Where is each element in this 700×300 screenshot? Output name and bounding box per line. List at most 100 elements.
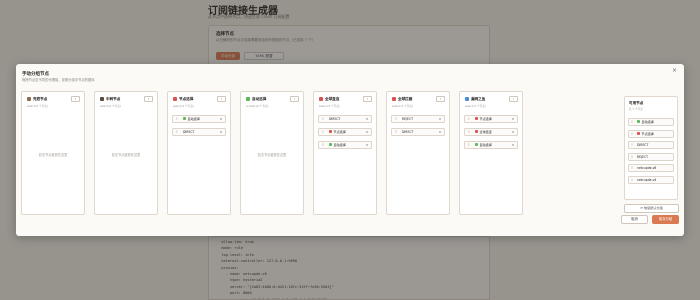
node-name: DIRECT [183, 130, 195, 134]
drag-handle-icon[interactable]: ⠿ [176, 129, 178, 135]
group-name: 中转节点 [100, 97, 120, 102]
drag-handle-icon[interactable]: ⠿ [468, 129, 470, 135]
drag-handle-icon[interactable]: ⠿ [322, 142, 324, 148]
node-name: 自动选择 [187, 117, 200, 121]
drag-handle-icon[interactable]: ⠿ [631, 119, 633, 125]
remove-node-icon[interactable]: × [365, 116, 368, 122]
available-node-item[interactable]: ⠿ DIRECT [628, 141, 674, 149]
block-icon [392, 97, 396, 101]
available-node-item[interactable]: ⠿ netcupde-v4 [628, 175, 674, 184]
group-node-item[interactable]: ⠿ 节点选择 × [464, 115, 518, 123]
fish-icon [27, 97, 31, 101]
group-name-text: 中转节点 [106, 97, 121, 101]
node-name: 节点选择 [641, 131, 654, 136]
drag-handle-icon[interactable]: ⠿ [395, 116, 397, 122]
globe-icon [319, 97, 323, 101]
node-icon [183, 117, 186, 121]
group-node-item[interactable]: ⠿ REJECT × [391, 115, 445, 123]
group-type: select (3 个节点) [319, 105, 340, 108]
remove-node-icon[interactable]: × [511, 116, 514, 122]
node-icon [475, 143, 478, 147]
node-name: 节点选择 [333, 130, 346, 134]
group-node-item[interactable]: ⠿ DIRECT × [391, 128, 445, 136]
group-expand-toggle[interactable]: ‹ [144, 96, 153, 102]
available-node-item[interactable]: ⠿ netcupde-v6 [628, 164, 674, 172]
available-node-item[interactable]: ⠿ 节点选择 [628, 129, 674, 138]
group-type: select (0 个节点) [27, 105, 48, 108]
group-expand-toggle[interactable]: ‹ [509, 96, 518, 102]
group-name: 自动选择 [246, 97, 266, 102]
remove-node-icon[interactable]: × [511, 129, 514, 135]
drag-handle-icon[interactable]: ⠿ [631, 142, 633, 148]
remove-node-icon[interactable]: × [365, 142, 368, 148]
group-name-text: 全球直连 [325, 97, 340, 101]
group-node-item[interactable]: ⠿ DIRECT × [172, 128, 226, 136]
fish-icon [465, 97, 469, 101]
node-name: 节点选择 [479, 117, 492, 121]
group-name: 全球直连 [319, 97, 339, 102]
group-node-list: ⠿ 自动选择 × ⠿ DIRECT × [172, 115, 226, 136]
group-node-item[interactable]: ⠿ 全球直连 × [464, 128, 518, 136]
restore-default-button[interactable]: ⟳ 恢复默认分组 [624, 204, 679, 213]
remove-node-icon[interactable]: × [365, 129, 368, 135]
remove-node-icon[interactable]: × [511, 142, 514, 148]
available-node-item[interactable]: ⠿ 自动选择 [628, 118, 674, 126]
proxy-group-column: 节点选择 select (2 个节点) ‹ ⠿ 自动选择 × ⠿ DIRECT × [167, 91, 231, 215]
group-name-text: 漏网之鱼 [471, 97, 486, 101]
save-button[interactable]: 保存分组 [652, 215, 679, 224]
remove-node-icon[interactable]: × [219, 129, 222, 135]
proxy-group-column: 兜底节点 select (0 个节点) ‹ 暂无节点被放在这里 [21, 91, 85, 215]
group-name-text: 兜底节点 [33, 97, 48, 101]
drag-handle-icon[interactable]: ⠿ [322, 116, 324, 122]
manual-group-modal: 手动分组节点 拖拽节点至不同的代理组，设置分组中节点的顺序 × 兜底节点 sele… [16, 64, 684, 236]
drag-handle-icon[interactable]: ⠿ [631, 154, 633, 160]
group-name: 漏网之鱼 [465, 97, 485, 102]
drag-handle-icon[interactable]: ⠿ [631, 165, 633, 171]
drag-handle-icon[interactable]: ⠿ [176, 116, 178, 122]
group-node-item[interactable]: ⠿ 自动选择 × [464, 141, 518, 149]
node-name: DIRECT [402, 130, 414, 134]
group-node-item[interactable]: ⠿ 自动选择 × [172, 115, 226, 123]
group-empty-hint: 暂无节点被放在这里 [38, 153, 68, 157]
remove-node-icon[interactable]: × [438, 116, 441, 122]
group-node-list: ⠿ 节点选择 × ⠿ 全球直连 × ⠿ 自动选择 × [464, 115, 518, 149]
available-nodes-list: ⠿ 自动选择 ⠿ 节点选择 ⠿ DIRECT ⠿ REJECT ⠿ netcupde-v6 ⠿ net… [628, 118, 674, 184]
drag-handle-icon[interactable]: ⠿ [631, 177, 633, 183]
group-node-item[interactable]: ⠿ 节点选择 × [318, 128, 372, 136]
group-expand-toggle[interactable]: ‹ [290, 96, 299, 102]
drag-handle-icon[interactable]: ⠿ [395, 129, 397, 135]
node-name: netcupde-v6 [637, 166, 657, 170]
drag-handle-icon[interactable]: ⠿ [468, 142, 470, 148]
group-expand-toggle[interactable]: ‹ [363, 96, 372, 102]
group-node-list: ⠿ DIRECT × ⠿ 节点选择 × ⠿ 自动选择 × [318, 115, 372, 149]
close-icon[interactable]: × [672, 68, 677, 74]
group-name-text: 全球拦截 [398, 97, 413, 101]
node-name: netcupde-v4 [637, 177, 657, 182]
node-icon [475, 117, 478, 121]
available-node-item[interactable]: ⠿ REJECT [628, 152, 674, 161]
remove-node-icon[interactable]: × [219, 116, 222, 122]
group-expand-toggle[interactable]: ‹ [436, 96, 445, 102]
remove-node-icon[interactable]: × [438, 129, 441, 135]
auto-icon [246, 97, 250, 101]
node-name: 自动选择 [641, 120, 654, 124]
node-icon [637, 131, 640, 135]
available-nodes-panel: 可用节点 共 7 个节点 ⠿ 自动选择 ⠿ 节点选择 ⠿ DIRECT ⠿ REJECT ⠿ ne… [624, 96, 678, 200]
group-type: select (0 个节点) [100, 105, 121, 108]
group-node-item[interactable]: ⠿ DIRECT × [318, 115, 372, 123]
drag-handle-icon[interactable]: ⠿ [468, 116, 470, 122]
group-node-item[interactable]: ⠿ 自动选择 × [318, 141, 372, 149]
node-name: REJECT [402, 117, 414, 121]
drag-handle-icon[interactable]: ⠿ [322, 129, 324, 135]
proxy-group-column: 漏网之鱼 select (3 个节点) ‹ ⠿ 节点选择 × ⠿ 全球直连 × ⠿ 自动选择 × [459, 91, 523, 215]
group-type: select (2 个节点) [173, 105, 194, 108]
modal-description: 拖拽节点至不同的代理组，设置分组中节点的顺序 [22, 78, 95, 82]
node-name: 自动选择 [479, 143, 492, 147]
group-expand-toggle[interactable]: ‹ [217, 96, 226, 102]
group-type: select (3 个节点) [465, 105, 486, 108]
group-expand-toggle[interactable]: ‹ [71, 96, 80, 102]
group-type: select (2 个节点) [392, 105, 413, 108]
cancel-button[interactable]: 取消 [621, 215, 648, 224]
drag-handle-icon[interactable]: ⠿ [631, 131, 633, 137]
available-nodes-title: 可用节点 [629, 101, 644, 105]
